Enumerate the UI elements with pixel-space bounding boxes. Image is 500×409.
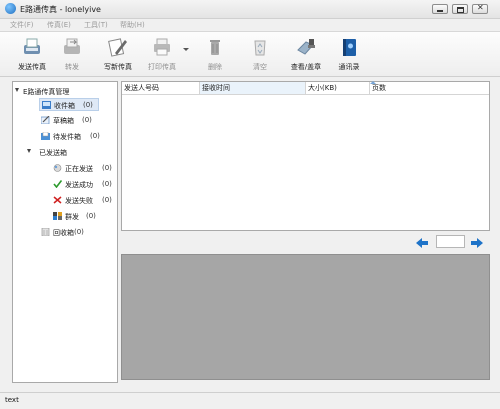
tree-item-inbox[interactable]: 收件箱 (0) — [39, 98, 99, 111]
tree-item-recycle[interactable]: 回收箱 (0) — [39, 226, 105, 239]
contacts-button[interactable]: 通讯录 — [334, 35, 364, 73]
tree-item-count: (0) — [102, 196, 112, 204]
tree-item-label: 正在发送 — [65, 165, 93, 173]
toolbar: 发送传真 转发 写新传真 打印传真 删除 清空 查看/盖章 通讯录 — [0, 31, 500, 77]
minimize-icon — [437, 7, 443, 12]
status-text: text — [5, 396, 19, 404]
delete-label: 删除 — [208, 63, 222, 71]
expand-arrow-icon[interactable] — [15, 88, 19, 92]
column-sender-number[interactable]: 发送人号码 — [122, 82, 200, 94]
tree-item-outbox[interactable]: 待发件箱 (0) — [39, 130, 115, 143]
tree-root[interactable]: E路通传真管理 — [15, 85, 115, 98]
menu-fax[interactable]: 传真(E) — [47, 20, 71, 30]
expand-arrow-icon[interactable] — [27, 149, 31, 153]
write-fax-button[interactable]: 写新传真 — [98, 35, 138, 73]
close-icon: ✕ — [477, 3, 484, 12]
stamp-icon — [297, 39, 315, 55]
drafts-icon — [41, 116, 50, 124]
check-icon — [53, 180, 62, 188]
tree-item-label: 发送失败 — [65, 197, 93, 205]
outbox-icon — [41, 132, 50, 140]
forward-icon — [64, 38, 80, 54]
print-fax-button[interactable]: 打印传真 — [144, 35, 180, 73]
view-stamp-label: 查看/盖章 — [290, 63, 322, 71]
address-book-icon — [343, 39, 356, 56]
tree-item-count: (0) — [86, 212, 96, 220]
clear-label: 清空 — [253, 63, 267, 71]
recycle-bin-icon — [41, 228, 50, 236]
inbox-icon — [42, 101, 51, 109]
tree-item-label: 已发送箱 — [39, 149, 67, 157]
window-title: E路通传真 - lonelyive — [20, 5, 101, 14]
forward-button[interactable]: 转发 — [57, 35, 87, 73]
send-fax-label: 发送传真 — [18, 63, 46, 71]
column-pages[interactable]: 页数 — [370, 82, 490, 94]
menu-help[interactable]: 帮助(H) — [120, 20, 145, 30]
menu-bar: 文件(F) 传真(E) 工具(T) 帮助(H) — [0, 19, 500, 31]
tree-item-count: (0) — [90, 132, 100, 140]
tree-item-sending[interactable]: 正在发送 (0) — [51, 162, 117, 175]
print-dropdown-icon[interactable] — [183, 48, 189, 51]
tree-item-sent[interactable]: 已发送箱 — [27, 146, 113, 159]
delete-button[interactable]: 删除 — [200, 35, 230, 73]
group-send-icon — [53, 212, 62, 220]
maximize-button[interactable] — [452, 4, 468, 14]
printer-icon — [154, 38, 170, 56]
tree-item-label: 回收箱 — [53, 229, 74, 237]
next-page-arrow-icon[interactable] — [470, 237, 484, 249]
tree-item-label: 待发件箱 — [53, 133, 81, 141]
title-bar: E路通传真 - lonelyive ✕ — [0, 0, 500, 19]
tree-root-label: E路通传真管理 — [23, 88, 70, 96]
tree-item-count: (0) — [102, 180, 112, 188]
view-stamp-button[interactable]: 查看/盖章 — [283, 35, 329, 73]
status-bar: text — [0, 392, 500, 409]
tree-item-label: 发送成功 — [65, 181, 93, 189]
recycle-bin-icon — [254, 40, 266, 56]
cross-icon — [53, 196, 62, 204]
tree-item-label: 草稿箱 — [53, 117, 74, 125]
clear-button[interactable]: 清空 — [245, 35, 275, 73]
tree-item-count: (0) — [82, 116, 92, 124]
minimize-button[interactable] — [432, 4, 448, 14]
send-fax-button[interactable]: 发送传真 — [10, 35, 54, 73]
list-header: 发送人号码 接收时间 大小(KB) 页数 — [122, 81, 490, 95]
previous-page-arrow-icon[interactable] — [415, 237, 429, 249]
forward-label: 转发 — [65, 63, 79, 71]
folder-tree: E路通传真管理 收件箱 (0) 草稿箱 (0) 待发件箱 (0) 已发送箱 正在… — [12, 81, 118, 383]
page-number-input[interactable] — [436, 235, 465, 248]
tree-item-label: 收件箱 — [54, 102, 75, 110]
tree-item-count: (0) — [83, 101, 93, 109]
maximize-icon — [457, 7, 464, 13]
menu-file[interactable]: 文件(F) — [10, 20, 34, 30]
fax-list[interactable]: 发送人号码 接收时间 大小(KB) 页数 — [121, 81, 490, 231]
app-logo-icon — [5, 3, 16, 14]
tree-item-drafts[interactable]: 草稿箱 (0) — [39, 114, 115, 127]
fax-preview-pane — [121, 254, 490, 380]
menu-tools[interactable]: 工具(T) — [84, 20, 108, 30]
column-size[interactable]: 大小(KB) — [306, 82, 370, 94]
sending-icon — [53, 164, 62, 172]
tree-item-sent-success[interactable]: 发送成功 (0) — [51, 178, 117, 191]
close-button[interactable]: ✕ — [472, 4, 488, 14]
tree-item-sent-failed[interactable]: 发送失败 (0) — [51, 194, 117, 207]
column-received-time[interactable]: 接收时间 — [200, 82, 306, 94]
trash-icon — [210, 40, 220, 55]
write-pen-icon — [108, 38, 127, 57]
fax-machine-icon — [24, 38, 40, 54]
tree-item-label: 群发 — [65, 213, 79, 221]
tree-item-count: (0) — [74, 228, 84, 236]
print-fax-label: 打印传真 — [148, 63, 176, 71]
tree-item-group-send[interactable]: 群发 (0) — [51, 210, 117, 223]
tree-item-count: (0) — [102, 164, 112, 172]
write-fax-label: 写新传真 — [104, 63, 132, 71]
contacts-label: 通讯录 — [338, 63, 360, 71]
